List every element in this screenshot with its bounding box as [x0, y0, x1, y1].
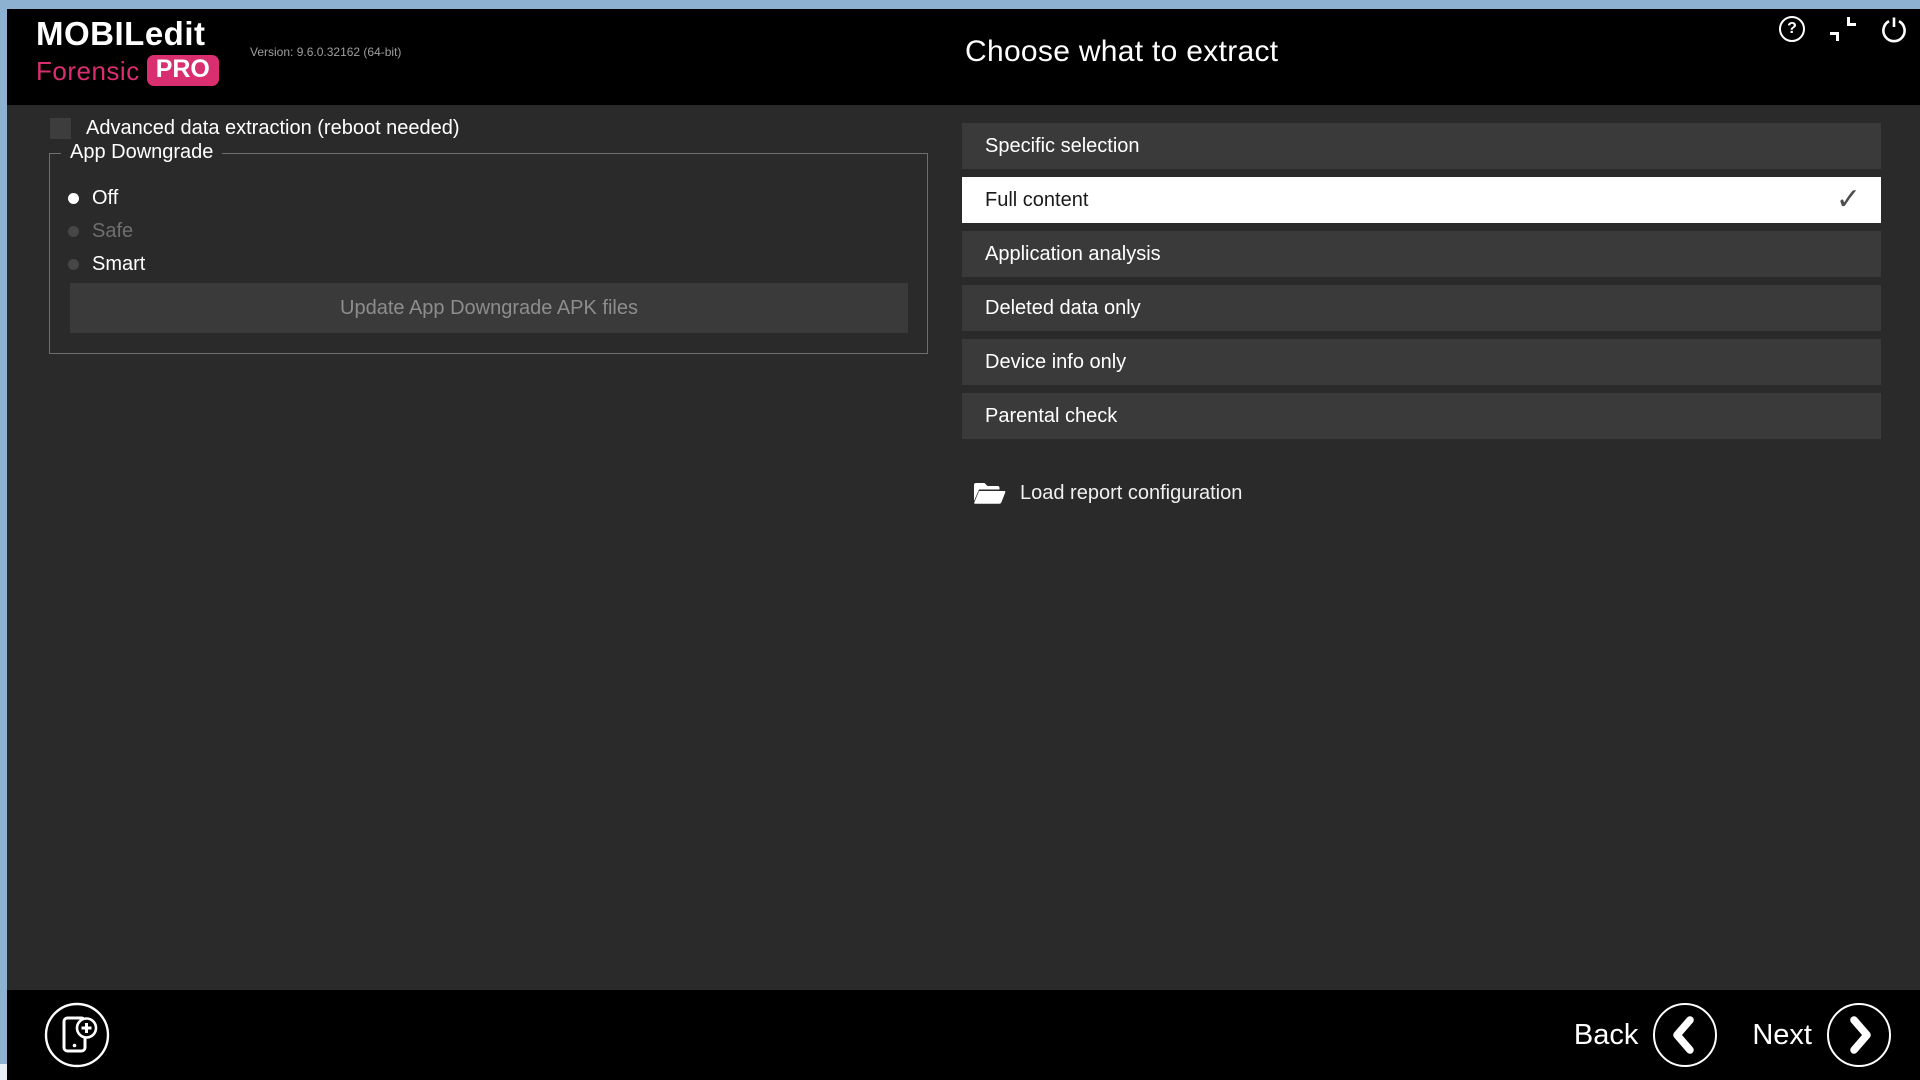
checkmark-icon: ✓ [1836, 185, 1861, 215]
chevron-right-icon [1826, 1002, 1892, 1068]
load-report-configuration-button[interactable]: Load report configuration [972, 472, 1242, 514]
page-title: Choose what to extract [965, 35, 1278, 69]
bottom-bar: Back Next [7, 990, 1920, 1080]
extract-item-deleted-data-only[interactable]: Deleted data only [962, 285, 1881, 331]
header-bar: MOBILedit Forensic PRO Version: 9.6.0.32… [7, 9, 1920, 105]
load-report-label: Load report configuration [1020, 482, 1242, 505]
radio-safe-label: Safe [92, 220, 133, 243]
desktop-frame-left-bottom [0, 1064, 7, 1080]
extract-item-device-info-only[interactable]: Device info only [962, 339, 1881, 385]
desktop-frame-left [0, 9, 7, 1080]
advanced-extraction-label: Advanced data extraction (reboot needed) [86, 117, 460, 140]
compress-icon [1847, 17, 1856, 26]
help-button[interactable]: ? [1778, 15, 1806, 43]
app-downgrade-groupbox: App Downgrade Off Safe Smart Update App … [49, 153, 928, 354]
advanced-extraction-checkbox[interactable] [50, 118, 71, 139]
power-button[interactable] [1880, 15, 1908, 43]
chevron-left-icon [1652, 1002, 1718, 1068]
app-logo: MOBILedit Forensic PRO [36, 17, 219, 86]
radio-dot-icon [68, 193, 79, 204]
extract-options-list: Specific selection Full content ✓ Applic… [962, 123, 1881, 447]
radio-smart-label: Smart [92, 253, 145, 276]
app-window: MOBILedit Forensic PRO Version: 9.6.0.32… [7, 9, 1920, 1080]
app-downgrade-legend: App Downgrade [61, 141, 222, 164]
extract-item-label: Full content [985, 189, 1088, 212]
radio-dot-icon [68, 259, 79, 270]
minimize-button[interactable] [1829, 15, 1857, 43]
phone-add-icon [43, 1001, 111, 1069]
update-apk-button[interactable]: Update App Downgrade APK files [70, 283, 908, 333]
header-icon-group: ? [1778, 15, 1908, 43]
desktop-frame-top [0, 0, 1920, 9]
open-folder-icon [972, 479, 1006, 507]
advanced-extraction-row: Advanced data extraction (reboot needed) [50, 117, 460, 140]
radio-dot-icon [68, 226, 79, 237]
navigation-buttons: Back Next [1574, 990, 1892, 1080]
logo-pro-badge: PRO [147, 55, 219, 86]
version-text: Version: 9.6.0.32162 (64-bit) [250, 45, 401, 59]
logo-forensic: Forensic [36, 58, 140, 84]
logo-mobiledit: MOBILedit [36, 17, 219, 50]
extract-item-application-analysis[interactable]: Application analysis [962, 231, 1881, 277]
back-button[interactable]: Back [1574, 1002, 1718, 1068]
extract-item-parental-check[interactable]: Parental check [962, 393, 1881, 439]
connect-phone-button[interactable] [43, 1001, 111, 1069]
next-button[interactable]: Next [1752, 1002, 1892, 1068]
extract-item-specific-selection[interactable]: Specific selection [962, 123, 1881, 169]
back-label: Back [1574, 1019, 1638, 1052]
radio-safe: Safe [68, 218, 133, 244]
extract-item-full-content[interactable]: Full content ✓ [962, 177, 1881, 223]
radio-smart[interactable]: Smart [68, 251, 145, 277]
compress-icon [1830, 32, 1839, 41]
radio-off-label: Off [92, 187, 118, 210]
main-content: Advanced data extraction (reboot needed)… [7, 105, 1920, 999]
power-icon [1880, 15, 1908, 43]
help-icon: ? [1779, 16, 1805, 42]
radio-off[interactable]: Off [68, 185, 118, 211]
next-label: Next [1752, 1019, 1812, 1052]
